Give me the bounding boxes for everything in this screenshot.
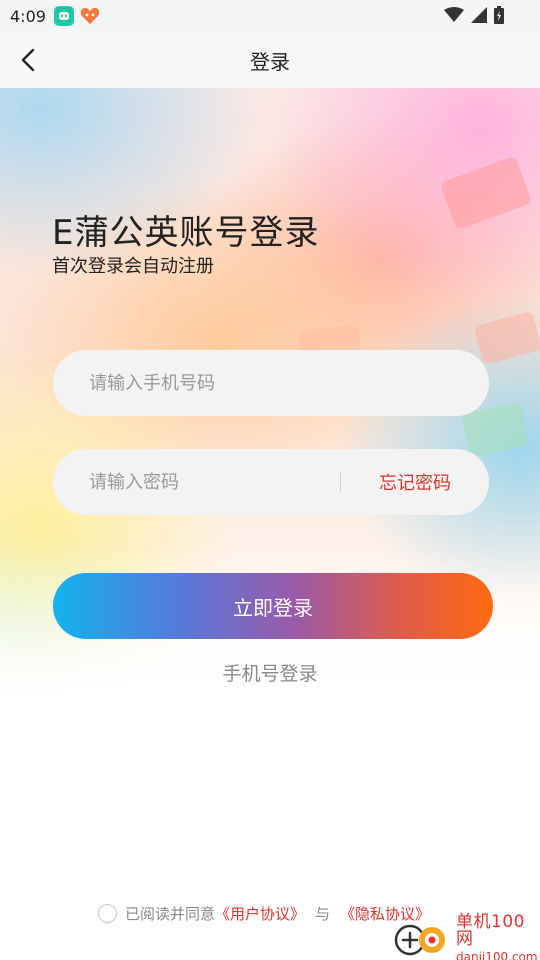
password-input[interactable] <box>89 471 329 493</box>
app-notification-icon <box>53 6 74 26</box>
chevron-left-icon <box>21 48 35 72</box>
phone-input[interactable] <box>89 372 329 394</box>
agreement-connector: 与 <box>315 904 331 923</box>
forgot-password-link[interactable]: 忘记密码 <box>379 469 451 495</box>
decorative-card <box>439 155 533 231</box>
watermark-text: 单机100网 danji100.com <box>456 911 540 960</box>
password-input-container: 忘记密码 <box>53 449 489 515</box>
watermark: 单机100网 danji100.com <box>394 911 540 960</box>
watermark-name: 单机100网 <box>456 911 525 949</box>
status-indicators <box>444 6 504 24</box>
user-agreement-link[interactable]: 《用户协议》 <box>215 903 305 924</box>
login-button[interactable]: 立即登录 <box>53 573 493 639</box>
decorative-card <box>473 310 540 366</box>
signal-icon <box>471 7 487 23</box>
back-button[interactable] <box>14 46 42 74</box>
phone-login-link[interactable]: 手机号登录 <box>0 659 540 686</box>
watermark-url: danji100.com <box>456 949 538 960</box>
heart-notification-icon <box>80 6 100 26</box>
nav-bar: 登录 <box>0 32 540 88</box>
battery-icon <box>494 6 504 24</box>
page-title: 登录 <box>250 49 290 74</box>
agreement-prefix: 已阅读并同意 <box>125 904 216 923</box>
watermark-logo <box>394 918 452 958</box>
agreement-checkbox[interactable] <box>98 903 117 923</box>
login-subheading: 首次登录会自动注册 <box>52 256 214 277</box>
wifi-icon <box>444 7 464 22</box>
agreement-row: 已阅读并同意 《用户协议》 与 《隐私协议》 <box>98 902 430 924</box>
login-heading: E蒲公英账号登录 <box>52 213 320 253</box>
status-time: 4:09 <box>10 6 46 26</box>
status-bar: 4:09 <box>0 0 540 32</box>
input-divider <box>340 472 341 492</box>
phone-input-container <box>53 350 489 416</box>
